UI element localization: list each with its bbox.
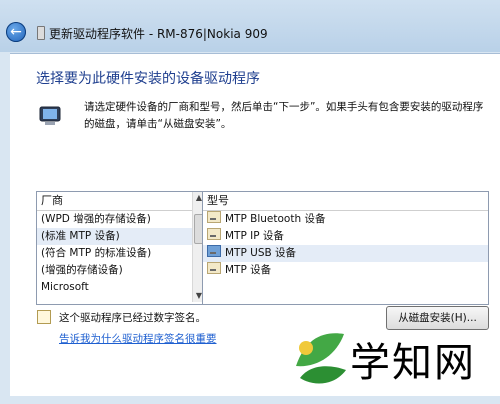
signed-status-text: 这个驱动程序已经过数字签名。 <box>59 312 206 324</box>
back-arrow-icon: ← <box>10 24 22 40</box>
driver-icon <box>207 211 221 223</box>
watermark-text: 学知网 <box>350 340 476 386</box>
back-button[interactable]: ← <box>6 22 26 42</box>
model-item[interactable]: MTP IP 设备 <box>203 228 488 245</box>
title-bar: ← 更新驱动程序软件 - RM-876|Nokia 909 <box>0 0 500 52</box>
manufacturer-item[interactable]: (符合 MTP 的标准设备) <box>37 245 205 262</box>
driver-icon <box>207 228 221 240</box>
model-item-selected[interactable]: MTP USB 设备 <box>203 245 488 262</box>
model-list[interactable]: 型号 MTP Bluetooth 设备 MTP IP 设备 MTP USB 设备… <box>202 191 489 305</box>
usb-driver-icon <box>207 245 221 257</box>
manufacturer-header: 厂商 <box>37 192 205 211</box>
model-item-label: MTP IP 设备 <box>225 230 284 242</box>
manufacturer-item-selected[interactable]: (标准 MTP 设备) <box>37 228 205 245</box>
model-item-label: MTP Bluetooth 设备 <box>225 213 326 225</box>
driver-icon <box>207 262 221 274</box>
instructions-text: 请选定硬件设备的厂商和型号，然后单击“下一步”。如果手头有包含要安装的驱动程序的… <box>84 101 484 130</box>
watermark: 学知网 <box>280 318 500 404</box>
device-icon <box>39 106 61 125</box>
manufacturer-item[interactable]: (增强的存储设备) <box>37 262 205 279</box>
phone-icon <box>37 26 45 40</box>
manufacturer-item[interactable]: (WPD 增强的存储设备) <box>37 211 205 228</box>
signing-info-link[interactable]: 告诉我为什么驱动程序签名很重要 <box>59 331 217 346</box>
leaf-logo-icon <box>296 333 346 384</box>
manufacturer-list[interactable]: 厂商 (WPD 增强的存储设备) (标准 MTP 设备) (符合 MTP 的标准… <box>36 191 206 305</box>
manufacturer-item[interactable]: Microsoft <box>37 279 205 296</box>
model-item[interactable]: MTP 设备 <box>203 262 488 279</box>
certificate-icon <box>37 310 51 324</box>
model-item-label: MTP USB 设备 <box>225 247 297 259</box>
model-header: 型号 <box>203 192 488 211</box>
window-title: 更新驱动程序软件 - RM-876|Nokia 909 <box>49 27 268 41</box>
page-heading: 选择要为此硬件安装的设备驱动程序 <box>36 71 260 87</box>
model-item[interactable]: MTP Bluetooth 设备 <box>203 211 488 228</box>
model-item-label: MTP 设备 <box>225 264 272 276</box>
